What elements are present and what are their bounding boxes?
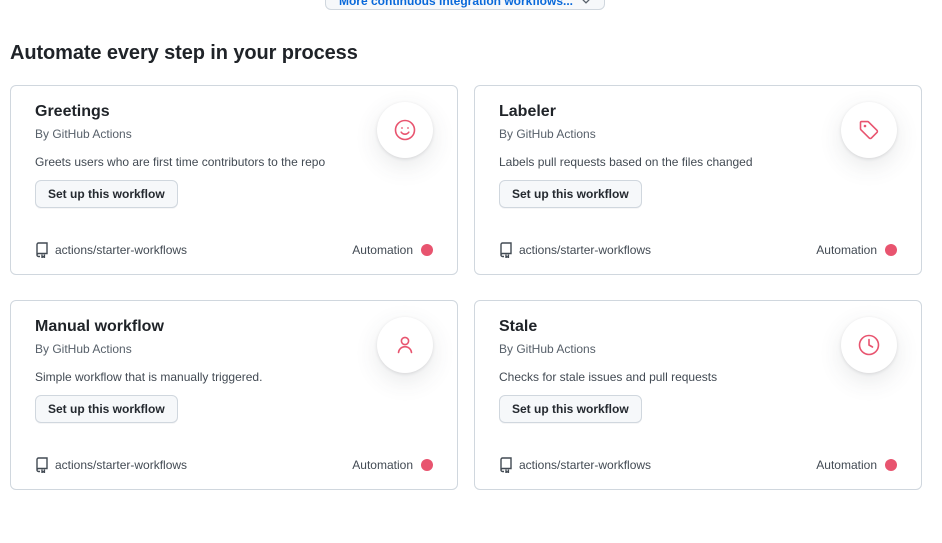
section-title: Automate every step in your process (10, 42, 358, 64)
card-description: Greets users who are first time contribu… (35, 155, 326, 169)
more-ci-workflows-button[interactable]: More continuous integration workflows... (325, 0, 605, 10)
workflow-card-manual-workflow: Manual workflow By GitHub Actions Simple… (10, 300, 458, 490)
category-text: Automation (816, 243, 877, 257)
card-author: By GitHub Actions (499, 342, 596, 356)
more-ci-workflows-label: More continuous integration workflows... (338, 0, 573, 8)
repo-link[interactable]: actions/starter-workflows (35, 242, 187, 258)
category-dot (885, 244, 897, 256)
category-dot (421, 244, 433, 256)
chevron-down-icon (582, 0, 590, 4)
card-author: By GitHub Actions (35, 342, 132, 356)
category-dot (421, 459, 433, 471)
workflow-card-labeler: Labeler By GitHub Actions Labels pull re… (474, 85, 922, 275)
category-text: Automation (352, 243, 413, 257)
repo-link[interactable]: actions/starter-workflows (499, 242, 651, 258)
clock-icon (841, 317, 897, 373)
repo-link[interactable]: actions/starter-workflows (35, 457, 187, 473)
repo-link[interactable]: actions/starter-workflows (499, 457, 651, 473)
category-label: Automation (816, 243, 897, 257)
card-description: Checks for stale issues and pull request… (499, 370, 718, 384)
repo-icon (500, 457, 512, 473)
setup-workflow-button[interactable]: Set up this workflow (499, 395, 642, 423)
repo-name: actions/starter-workflows (55, 458, 188, 472)
card-footer: actions/starter-workflows Automation (499, 456, 897, 474)
card-footer: actions/starter-workflows Automation (35, 241, 433, 259)
repo-name: actions/starter-workflows (55, 243, 188, 257)
setup-workflow-button[interactable]: Set up this workflow (499, 180, 642, 208)
category-label: Automation (816, 458, 897, 472)
card-description: Simple workflow that is manually trigger… (35, 370, 263, 384)
card-title: Stale (499, 318, 538, 335)
card-title: Greetings (35, 103, 110, 120)
category-text: Automation (816, 458, 877, 472)
repo-icon (500, 242, 512, 258)
card-title: Labeler (499, 103, 556, 120)
setup-workflow-button[interactable]: Set up this workflow (35, 395, 178, 423)
smiley-icon (377, 102, 433, 158)
workflows-page: More continuous integration workflows...… (0, 0, 942, 543)
card-title: Manual workflow (35, 318, 164, 335)
card-author: By GitHub Actions (499, 127, 596, 141)
repo-name: actions/starter-workflows (519, 458, 652, 472)
setup-workflow-button[interactable]: Set up this workflow (35, 180, 178, 208)
category-label: Automation (352, 458, 433, 472)
repo-icon (36, 242, 48, 258)
category-label: Automation (352, 243, 433, 257)
card-footer: actions/starter-workflows Automation (499, 241, 897, 259)
workflow-card-grid: Greetings By GitHub Actions Greets users… (10, 85, 922, 490)
repo-icon (36, 457, 48, 473)
card-description: Labels pull requests based on the files … (499, 155, 753, 169)
card-footer: actions/starter-workflows Automation (35, 456, 433, 474)
category-text: Automation (352, 458, 413, 472)
tag-icon (841, 102, 897, 158)
repo-name: actions/starter-workflows (519, 243, 652, 257)
person-icon (377, 317, 433, 373)
card-author: By GitHub Actions (35, 127, 132, 141)
category-dot (885, 459, 897, 471)
workflow-card-greetings: Greetings By GitHub Actions Greets users… (10, 85, 458, 275)
workflow-card-stale: Stale By GitHub Actions Checks for stale… (474, 300, 922, 490)
